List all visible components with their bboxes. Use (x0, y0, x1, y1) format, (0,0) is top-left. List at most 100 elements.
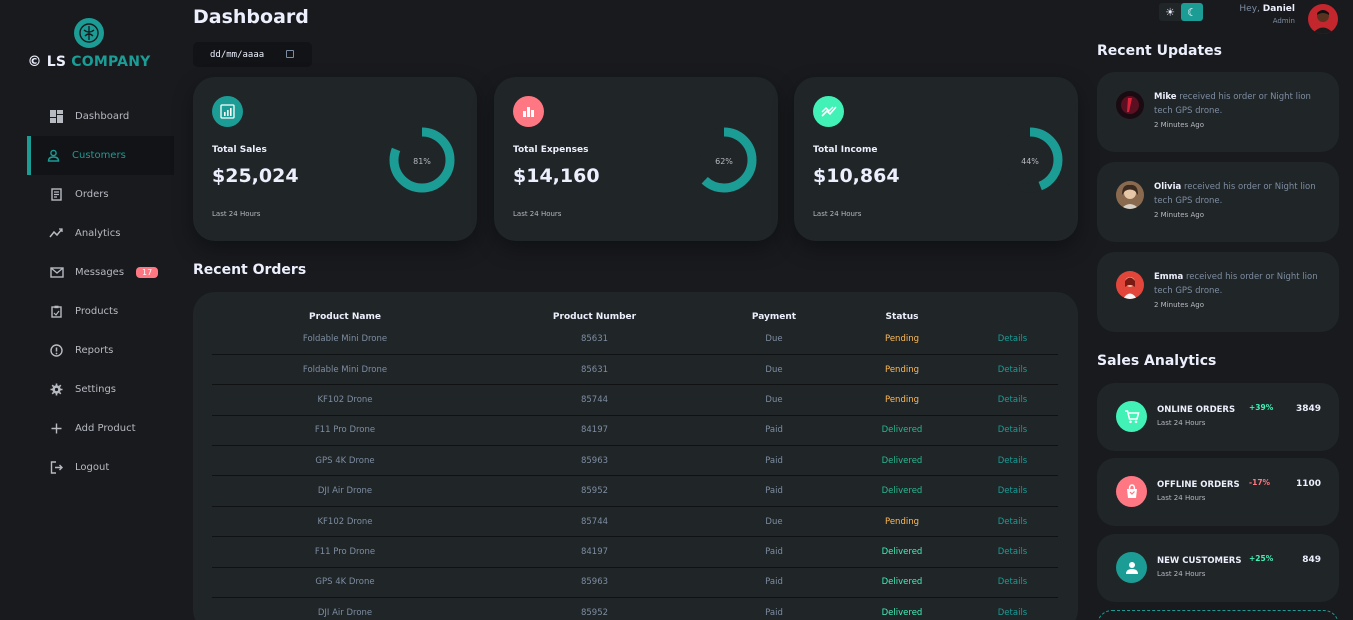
calendar-icon[interactable] (286, 50, 294, 58)
card-label: Total Sales (212, 145, 267, 155)
sidebar-item-dashboard[interactable]: Dashboard (27, 97, 174, 136)
column-header: Payment (751, 312, 797, 322)
status-cell: Delivered (837, 445, 967, 477)
update-message: Mike received his order or Night lion te… (1154, 90, 1329, 132)
analytics-name: ONLINE ORDERS (1157, 405, 1236, 415)
details-link[interactable]: Details (967, 354, 1058, 386)
status-cell: Pending (837, 384, 967, 416)
payment-cell: Due (711, 506, 837, 538)
product-number-cell: 85631 (478, 354, 711, 386)
product-name-cell: KF102 Drone (212, 506, 478, 538)
sidebar-item-customers[interactable]: Customers (27, 136, 174, 175)
sidebar-item-label: Orders (75, 189, 109, 200)
user-name: Daniel (1262, 4, 1295, 14)
cart-icon (1116, 401, 1147, 432)
card-period: Last 24 Hours (212, 210, 261, 218)
details-link[interactable]: Details (967, 536, 1058, 568)
grid-icon (49, 109, 64, 124)
table-row: Foldable Mini Drone 85631 Due Pending Detail… (212, 354, 1058, 386)
table-row: GPS 4K Drone 85963 Paid Delivered Details (212, 445, 1058, 477)
sidebar-item-reports[interactable]: Reports (27, 331, 174, 370)
table-row: F11 Pro Drone 84197 Paid Delivered Details (212, 415, 1058, 447)
sidebar-item-settings[interactable]: Settings (27, 370, 174, 409)
update-time: 2 Minutes Ago (1154, 211, 1204, 219)
analytics-period: Last 24 Hours (1157, 419, 1206, 427)
avatar[interactable] (1308, 4, 1338, 34)
table-row: Foldable Mini Drone 85631 Due Pending Detail… (212, 324, 1058, 355)
orders-table-body: Foldable Mini Drone 85631 Due Pending Detail… (212, 324, 1058, 620)
card-value: $25,024 (212, 165, 299, 187)
sidebar-item-messages[interactable]: Messages 17 (27, 253, 174, 292)
sidebar-item-label: Products (75, 306, 119, 317)
payment-cell: Paid (711, 536, 837, 568)
sidebar-item-label: Settings (75, 384, 117, 395)
product-name-cell: F11 Pro Drone (212, 536, 478, 568)
analytics-name: NEW CUSTOMERS (1157, 556, 1242, 566)
details-link[interactable]: Details (967, 384, 1058, 416)
product-name-cell: GPS 4K Drone (212, 445, 478, 477)
brand-name: © LS COMPANY (0, 54, 178, 70)
moon-icon[interactable]: ☾ (1181, 3, 1203, 21)
update-item: Olivia received his order or Night lion … (1097, 162, 1339, 242)
analytics-value: 849 (1302, 555, 1321, 565)
clipboard-icon (49, 304, 64, 319)
product-name-cell: F11 Pro Drone (212, 415, 478, 447)
product-name-cell: KF102 Drone (212, 384, 478, 416)
sidebar-item-products[interactable]: Products (27, 292, 174, 331)
avatar (1116, 91, 1144, 119)
chart-icon (212, 96, 243, 127)
payment-cell: Paid (711, 475, 837, 507)
status-cell: Delivered (837, 475, 967, 507)
update-item: Emma received his order or Night lion te… (1097, 252, 1339, 332)
add-product-card[interactable] (1097, 610, 1339, 620)
sun-icon[interactable]: ☀ (1159, 3, 1181, 21)
payment-cell: Paid (711, 567, 837, 599)
update-item: Mike received his order or Night lion te… (1097, 72, 1339, 152)
details-link[interactable]: Details (967, 475, 1058, 507)
sidebar-item-logout[interactable]: Logout (27, 448, 174, 487)
sidebar-item-label: Customers (72, 150, 126, 161)
sidebar-item-orders[interactable]: Orders (27, 175, 174, 214)
sidebar-item-analytics[interactable]: Analytics (27, 214, 174, 253)
recent-orders-table: Product Name Product Number Payment Stat… (193, 292, 1078, 620)
product-number-cell: 85744 (478, 506, 711, 538)
new-customers-card: NEW CUSTOMERS Last 24 Hours +25% 849 (1097, 534, 1339, 602)
theme-toggle[interactable]: ☀ ☾ (1159, 3, 1203, 21)
person-icon (1116, 552, 1147, 583)
orders-table: Product Name Product Number Payment Stat… (212, 310, 1058, 620)
card-period: Last 24 Hours (513, 210, 562, 218)
messages-count-badge: 17 (136, 267, 159, 278)
status-cell: Pending (837, 354, 967, 386)
details-link[interactable]: Details (967, 567, 1058, 599)
product-number-cell: 85631 (478, 324, 711, 355)
status-cell: Delivered (881, 607, 923, 618)
analytics-period: Last 24 Hours (1157, 570, 1206, 578)
person-icon (46, 148, 61, 163)
details-link[interactable]: Details (967, 506, 1058, 538)
column-header: Product Name (309, 312, 381, 322)
brand-accent: COMPANY (71, 54, 151, 70)
status-cell: Pending (837, 506, 967, 538)
sidebar-item-add-product[interactable]: Add Product (27, 409, 174, 448)
details-link[interactable]: Details (967, 445, 1058, 477)
table-row: KF102 Drone 85744 Due Pending Details (212, 506, 1058, 538)
product-number-cell: 85963 (478, 567, 711, 599)
avatar (1116, 181, 1144, 209)
details-link[interactable]: Details (967, 598, 1058, 620)
analytics-change: +39% (1249, 403, 1274, 412)
total-sales-card: Total Sales $25,024 Last 24 Hours 81% (193, 77, 477, 241)
top-right-bar: ☀ ☾ Hey, Daniel Admin (1159, 2, 1339, 34)
date-placeholder: dd/mm/aaaa (210, 49, 265, 60)
brand[interactable]: © LS COMPANY (0, 18, 178, 70)
logo-icon (74, 18, 104, 48)
gear-icon (49, 382, 64, 397)
column-header (967, 310, 1058, 324)
product-name-cell: DJI Air Drone (317, 607, 373, 618)
update-text: received his order or Night lion tech GP… (1154, 92, 1311, 116)
product-number-cell: 85952 (580, 607, 609, 618)
update-user: Mike (1154, 92, 1177, 102)
progress-percent: 44% (1021, 157, 1039, 166)
details-link[interactable]: Details (967, 324, 1058, 355)
date-input[interactable]: dd/mm/aaaa (193, 42, 312, 67)
details-link[interactable]: Details (967, 415, 1058, 447)
